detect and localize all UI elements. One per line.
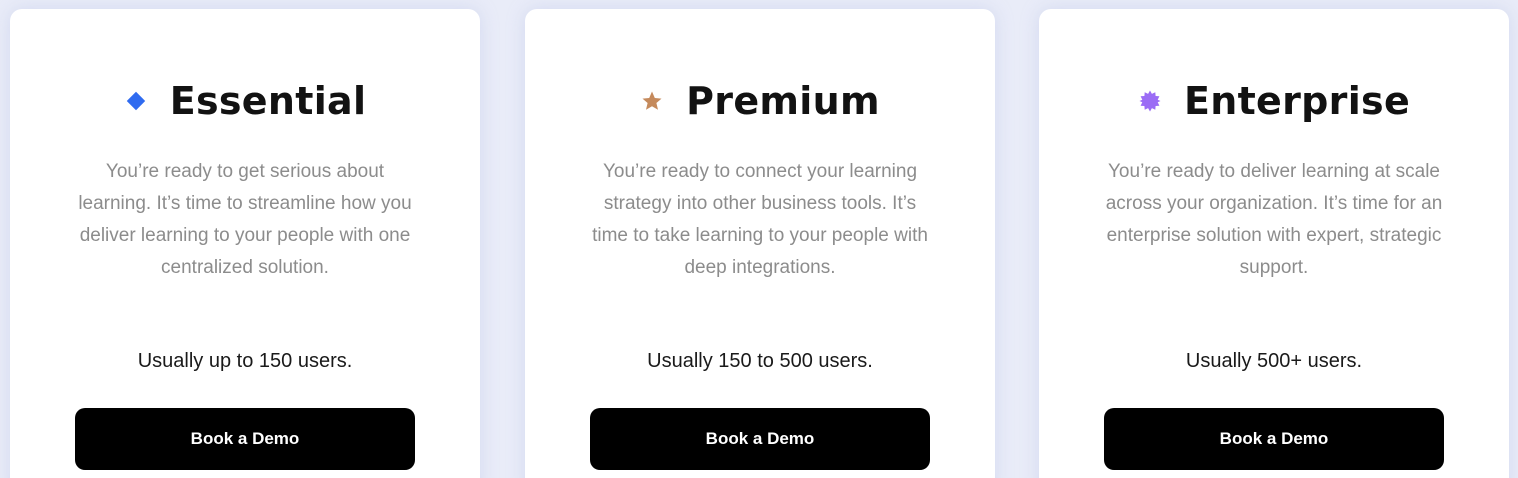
plan-title: Enterprise: [1183, 79, 1411, 123]
plan-title: Essential: [169, 79, 367, 123]
pricing-cards: Essential You’re ready to get serious ab…: [0, 0, 1518, 478]
plan-description: You’re ready to connect your learning st…: [592, 161, 928, 278]
book-demo-button[interactable]: Book a Demo: [75, 408, 415, 470]
plan-header: Enterprise: [1039, 77, 1509, 125]
plan-card-essential: Essential You’re ready to get serious ab…: [10, 9, 480, 478]
plan-user-range: Usually 150 to 500 users.: [647, 350, 873, 372]
plan-card-premium: Premium You’re ready to connect your lea…: [525, 9, 995, 478]
plan-header: Premium: [525, 77, 995, 125]
book-demo-button[interactable]: Book a Demo: [590, 408, 930, 470]
diamond-icon: [124, 89, 148, 113]
plan-description: You’re ready to deliver learning at scal…: [1105, 161, 1443, 278]
star-icon: [640, 89, 664, 113]
plan-user-range: Usually 500+ users.: [1185, 350, 1363, 372]
plan-title: Premium: [686, 79, 880, 123]
plan-user-range: Usually up to 150 users.: [137, 350, 353, 372]
plan-description: You’re ready to get serious about learni…: [78, 161, 412, 278]
plan-card-enterprise: Enterprise You’re ready to deliver learn…: [1039, 9, 1509, 478]
plan-header: Essential: [10, 77, 480, 125]
book-demo-button[interactable]: Book a Demo: [1104, 408, 1444, 470]
badge-icon: [1138, 89, 1162, 113]
